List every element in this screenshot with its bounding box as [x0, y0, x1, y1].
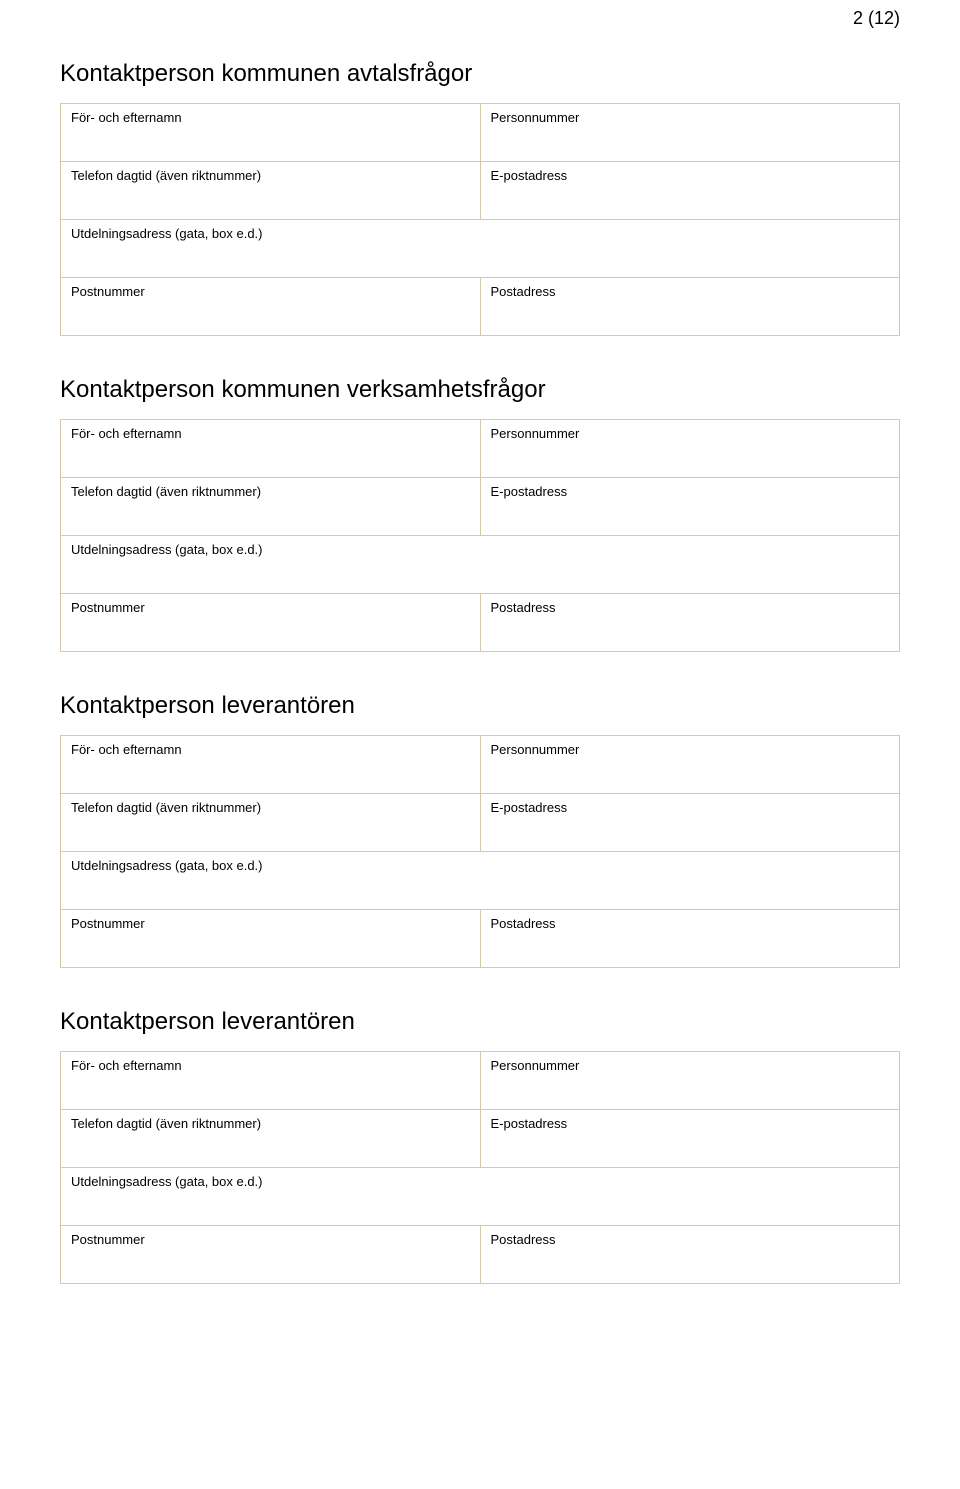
page: 2 (12) Kontaktperson kommunen avtalsfråg… [0, 0, 960, 1324]
table-row: För- och efternamn Personnummer [61, 104, 900, 162]
table-row: Utdelningsadress (gata, box e.d.) [61, 1168, 900, 1226]
table-row: Telefon dagtid (även riktnummer) E-posta… [61, 478, 900, 536]
section-title: Kontaktperson leverantören [60, 692, 900, 720]
table-row: Utdelningsadress (gata, box e.d.) [61, 852, 900, 910]
section-title: Kontaktperson kommunen avtalsfrågor [60, 60, 900, 88]
form-table: För- och efternamn Personnummer Telefon … [60, 103, 900, 336]
table-row: Postnummer Postadress [61, 910, 900, 968]
section-title: Kontaktperson kommunen verksamhetsfrågor [60, 376, 900, 404]
field-epost: E-postadress [480, 1110, 900, 1168]
table-row: Postnummer Postadress [61, 1226, 900, 1284]
field-telefon: Telefon dagtid (även riktnummer) [61, 478, 481, 536]
table-row: För- och efternamn Personnummer [61, 736, 900, 794]
table-row: Telefon dagtid (även riktnummer) E-posta… [61, 794, 900, 852]
field-telefon: Telefon dagtid (även riktnummer) [61, 794, 481, 852]
table-row: Postnummer Postadress [61, 278, 900, 336]
field-epost: E-postadress [480, 794, 900, 852]
field-postadress: Postadress [480, 910, 900, 968]
field-personnummer: Personnummer [480, 104, 900, 162]
section-kontaktperson-leverantoren-1: Kontaktperson leverantören För- och efte… [60, 692, 900, 968]
field-postnummer: Postnummer [61, 594, 481, 652]
field-epost: E-postadress [480, 162, 900, 220]
section-kontaktperson-kommunen-verksamhetsfragor: Kontaktperson kommunen verksamhetsfrågor… [60, 376, 900, 652]
field-postadress: Postadress [480, 1226, 900, 1284]
table-row: Telefon dagtid (även riktnummer) E-posta… [61, 1110, 900, 1168]
form-table: För- och efternamn Personnummer Telefon … [60, 735, 900, 968]
field-personnummer: Personnummer [480, 1052, 900, 1110]
field-postnummer: Postnummer [61, 1226, 481, 1284]
field-personnummer: Personnummer [480, 420, 900, 478]
section-kontaktperson-kommunen-avtalsfragor: Kontaktperson kommunen avtalsfrågor För-… [60, 60, 900, 336]
field-telefon: Telefon dagtid (även riktnummer) [61, 1110, 481, 1168]
table-row: För- och efternamn Personnummer [61, 1052, 900, 1110]
table-row: Utdelningsadress (gata, box e.d.) [61, 536, 900, 594]
table-row: Postnummer Postadress [61, 594, 900, 652]
field-postadress: Postadress [480, 594, 900, 652]
field-postadress: Postadress [480, 278, 900, 336]
section-kontaktperson-leverantoren-2: Kontaktperson leverantören För- och efte… [60, 1008, 900, 1284]
field-personnummer: Personnummer [480, 736, 900, 794]
field-telefon: Telefon dagtid (även riktnummer) [61, 162, 481, 220]
field-utdelningsadress: Utdelningsadress (gata, box e.d.) [61, 852, 900, 910]
field-postnummer: Postnummer [61, 910, 481, 968]
field-postnummer: Postnummer [61, 278, 481, 336]
field-name: För- och efternamn [61, 104, 481, 162]
form-table: För- och efternamn Personnummer Telefon … [60, 1051, 900, 1284]
field-utdelningsadress: Utdelningsadress (gata, box e.d.) [61, 536, 900, 594]
field-name: För- och efternamn [61, 420, 481, 478]
field-utdelningsadress: Utdelningsadress (gata, box e.d.) [61, 1168, 900, 1226]
table-row: Telefon dagtid (även riktnummer) E-posta… [61, 162, 900, 220]
page-number: 2 (12) [853, 8, 900, 29]
table-row: För- och efternamn Personnummer [61, 420, 900, 478]
form-table: För- och efternamn Personnummer Telefon … [60, 419, 900, 652]
field-name: För- och efternamn [61, 736, 481, 794]
field-name: För- och efternamn [61, 1052, 481, 1110]
field-utdelningsadress: Utdelningsadress (gata, box e.d.) [61, 220, 900, 278]
field-epost: E-postadress [480, 478, 900, 536]
section-title: Kontaktperson leverantören [60, 1008, 900, 1036]
table-row: Utdelningsadress (gata, box e.d.) [61, 220, 900, 278]
